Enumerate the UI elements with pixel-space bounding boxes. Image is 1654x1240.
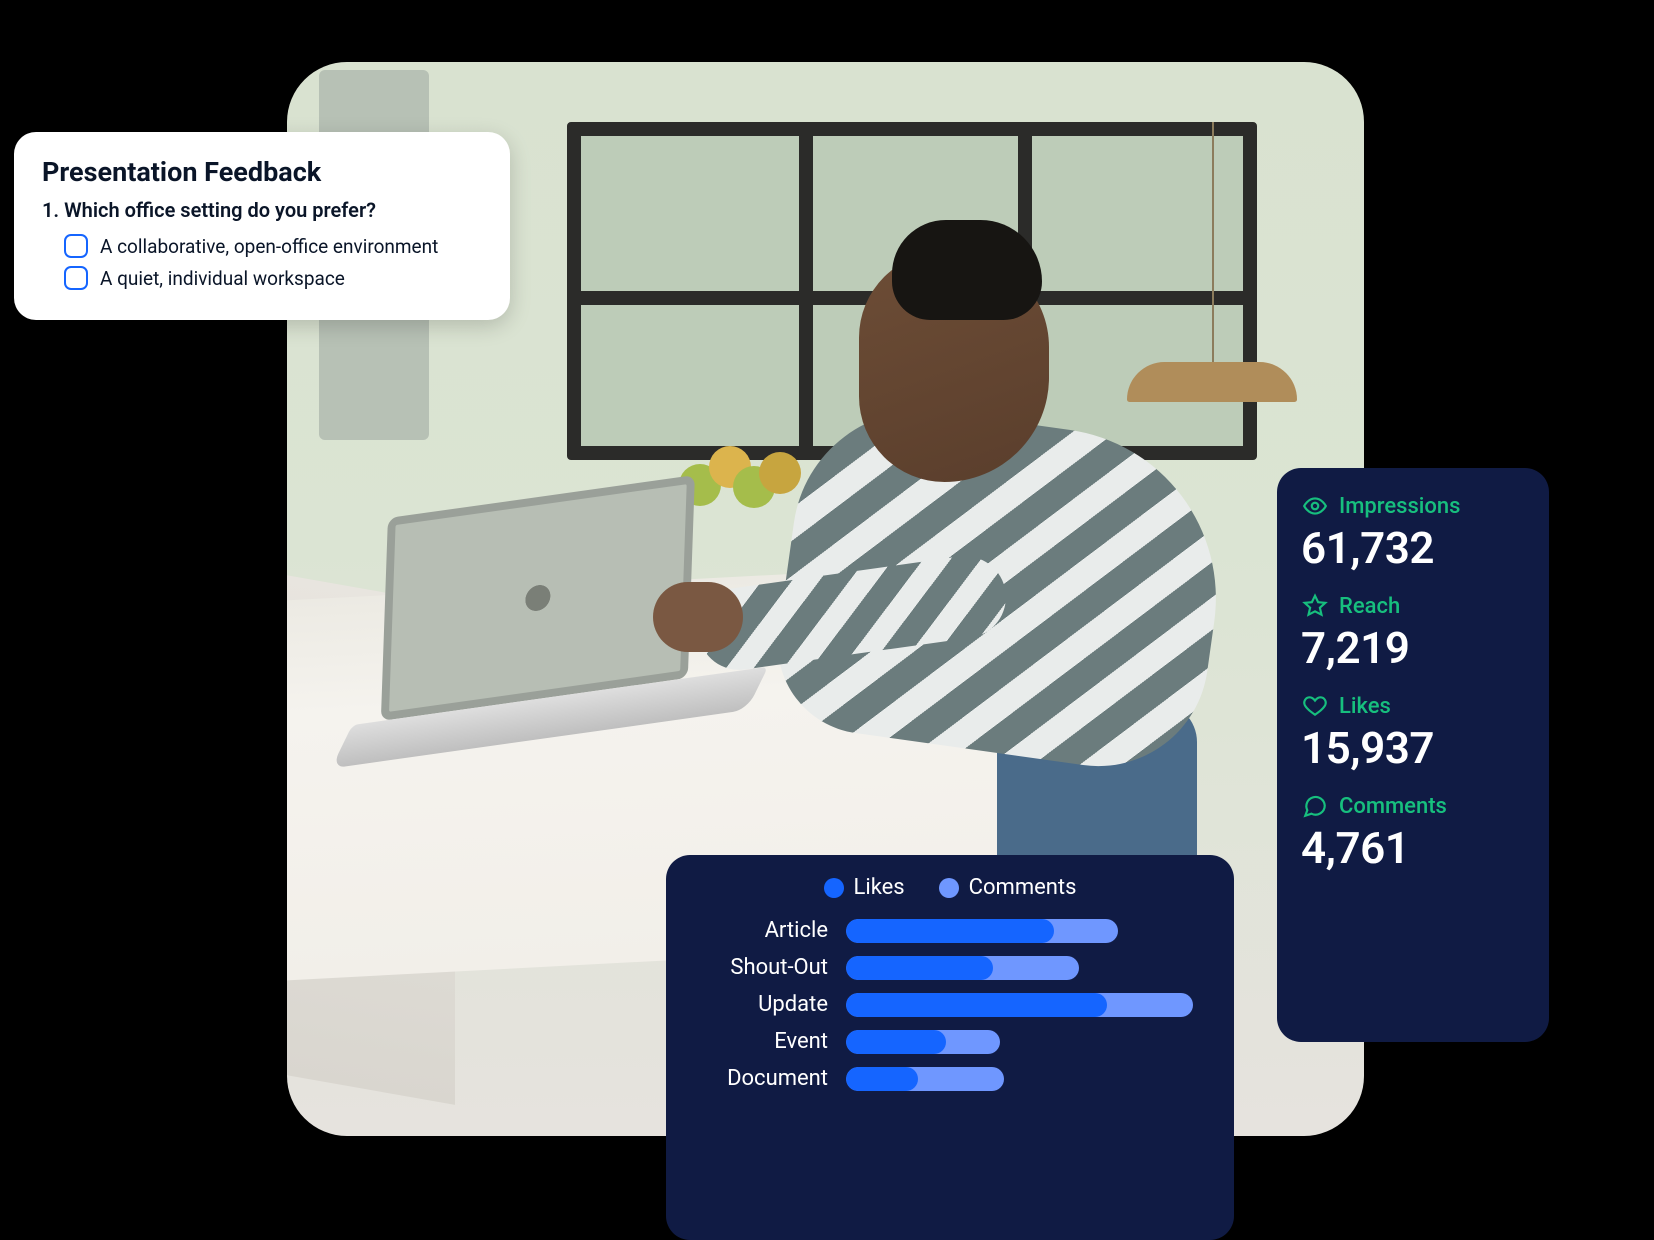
chart-legend: Likes Comments	[696, 875, 1204, 900]
stat-value: 61,732	[1301, 522, 1525, 574]
feedback-card: Presentation Feedback 1. Which office se…	[14, 132, 510, 320]
stat-label: Reach	[1339, 594, 1400, 619]
checkbox-icon[interactable]	[64, 234, 88, 258]
feedback-option-1[interactable]: A collaborative, open-office environment	[64, 234, 482, 258]
legend-swatch-icon	[824, 878, 844, 898]
stat-label: Impressions	[1339, 494, 1460, 519]
chart-category-label: Event	[696, 1029, 828, 1054]
chart-bar-likes	[846, 993, 1107, 1017]
stat-comments: Comments 4,761	[1301, 792, 1525, 874]
stat-value: 4,761	[1301, 822, 1525, 874]
chart-category-label: Article	[696, 918, 828, 943]
stat-value: 7,219	[1301, 622, 1525, 674]
chart-category-label: Update	[696, 992, 828, 1017]
checkbox-icon[interactable]	[64, 266, 88, 290]
heart-icon	[1301, 692, 1329, 720]
chart-row: Event	[696, 1029, 1204, 1054]
stat-label: Likes	[1339, 694, 1391, 719]
feedback-option-2[interactable]: A quiet, individual workspace	[64, 266, 482, 290]
question-number: 1.	[42, 198, 59, 222]
chart-category-label: Document	[696, 1066, 828, 1091]
legend-item-comments: Comments	[939, 875, 1077, 900]
stats-card: Impressions 61,732 Reach 7,219 Likes 15,…	[1277, 468, 1549, 1042]
chart-category-label: Shout-Out	[696, 955, 828, 980]
star-icon	[1301, 592, 1329, 620]
stat-impressions: Impressions 61,732	[1301, 492, 1525, 574]
legend-swatch-icon	[939, 878, 959, 898]
option-label: A collaborative, open-office environment	[100, 235, 438, 258]
engagement-chart-card: Likes Comments Article Shout-Out Update Eve…	[666, 855, 1234, 1240]
chart-bar-track	[846, 1067, 1204, 1091]
chart-bar-likes	[846, 1067, 918, 1091]
stat-likes: Likes 15,937	[1301, 692, 1525, 774]
chart-bar-likes	[846, 1030, 946, 1054]
comment-icon	[1301, 792, 1329, 820]
chart-bars: Article Shout-Out Update Event Document	[696, 918, 1204, 1091]
feedback-title: Presentation Feedback	[42, 156, 482, 188]
chart-bar-track	[846, 1030, 1204, 1054]
legend-label: Likes	[854, 875, 905, 900]
option-label: A quiet, individual workspace	[100, 267, 345, 290]
chart-bar-track	[846, 919, 1204, 943]
chart-bar-track	[846, 993, 1204, 1017]
legend-item-likes: Likes	[824, 875, 905, 900]
stat-reach: Reach 7,219	[1301, 592, 1525, 674]
stat-label: Comments	[1339, 794, 1447, 819]
legend-label: Comments	[969, 875, 1077, 900]
feedback-question: 1. Which office setting do you prefer?	[42, 198, 482, 222]
chart-row: Shout-Out	[696, 955, 1204, 980]
chart-row: Update	[696, 992, 1204, 1017]
eye-icon	[1301, 492, 1329, 520]
chart-row: Document	[696, 1066, 1204, 1091]
chart-bar-track	[846, 956, 1204, 980]
question-text: Which office setting do you prefer?	[64, 198, 376, 222]
chart-bar-likes	[846, 919, 1054, 943]
chart-row: Article	[696, 918, 1204, 943]
chart-bar-likes	[846, 956, 993, 980]
stat-value: 15,937	[1301, 722, 1525, 774]
